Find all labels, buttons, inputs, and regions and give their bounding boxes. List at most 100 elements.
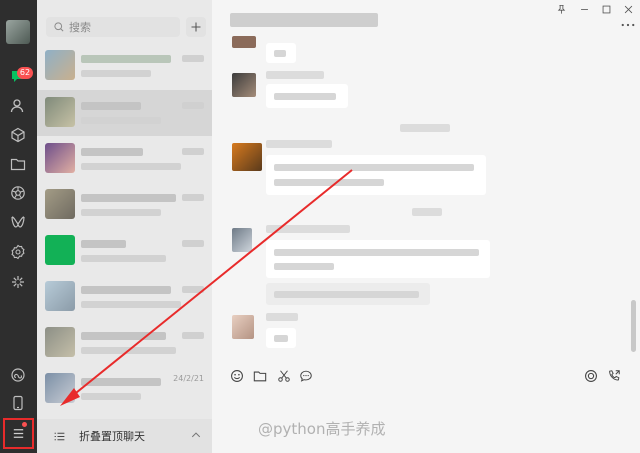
wechat-window: 62 搜索 24/2/21 折叠置顶聊天 @python高手养成 <box>0 0 640 453</box>
item-title <box>81 332 166 340</box>
moments-icon[interactable] <box>8 183 28 203</box>
sender-name <box>266 313 298 321</box>
input-toolbar <box>212 362 640 390</box>
scissors-icon[interactable] <box>276 368 292 384</box>
pin-icon[interactable] <box>554 3 568 15</box>
sender-name <box>266 71 324 79</box>
list-icon <box>51 428 67 444</box>
contact-avatar <box>45 235 75 265</box>
item-title <box>81 55 171 63</box>
chat-list-item[interactable] <box>37 43 212 89</box>
maximize-icon[interactable] <box>599 3 613 15</box>
video-call-icon[interactable] <box>606 368 622 384</box>
message-bubble <box>266 43 296 63</box>
message-bubble <box>266 84 348 108</box>
time-separator <box>412 208 442 216</box>
folder-icon[interactable] <box>252 368 268 384</box>
unread-badge: 62 <box>17 67 33 79</box>
item-time <box>182 194 204 201</box>
menu-button[interactable] <box>3 418 34 449</box>
item-preview <box>81 393 141 400</box>
item-title <box>81 240 126 248</box>
contact-avatar <box>45 189 75 219</box>
item-preview <box>81 255 166 262</box>
item-time <box>182 332 204 339</box>
item-title <box>81 378 161 386</box>
quoted-reply <box>266 283 430 305</box>
chat-list-item[interactable] <box>37 182 212 228</box>
time-separator <box>400 124 450 132</box>
contact-avatar <box>45 281 75 311</box>
chat-list-item-selected[interactable] <box>37 90 212 136</box>
add-chat-button[interactable] <box>186 17 206 37</box>
more-options-icon[interactable] <box>620 20 636 30</box>
contact-avatar <box>45 97 75 127</box>
chat-title <box>230 13 378 27</box>
message-scrollbar[interactable] <box>631 300 636 352</box>
menu-notification-dot <box>22 422 27 427</box>
chat-list-item[interactable] <box>37 228 212 274</box>
chat-bubble-icon[interactable] <box>298 368 314 384</box>
mini-program-panel-icon[interactable] <box>8 365 28 385</box>
chat-list-panel: 搜索 24/2/21 折叠置顶聊天 <box>37 0 212 453</box>
contact-avatar <box>45 373 75 403</box>
emoji-icon[interactable] <box>229 368 245 384</box>
item-title <box>81 194 176 202</box>
search-placeholder: 搜索 <box>69 21 91 34</box>
item-preview <box>81 209 161 216</box>
channels-icon[interactable] <box>8 212 28 232</box>
item-title <box>81 286 171 294</box>
item-time: 24/2/21 <box>173 374 204 383</box>
contact-avatar <box>45 50 75 80</box>
sender-name <box>266 140 332 148</box>
contacts-icon[interactable] <box>8 96 28 116</box>
favorites-icon[interactable] <box>8 125 28 145</box>
chat-list-item[interactable]: 24/2/21 <box>37 366 212 412</box>
contact-avatar <box>45 327 75 357</box>
chat-list-item[interactable] <box>37 136 212 182</box>
contact-avatar <box>45 143 75 173</box>
sender-avatar <box>232 143 262 171</box>
voice-call-icon[interactable] <box>583 368 599 384</box>
message-bubble <box>266 155 486 195</box>
minimize-icon[interactable] <box>577 3 591 15</box>
item-preview <box>81 347 176 354</box>
search-discover-icon[interactable] <box>8 272 28 292</box>
user-avatar[interactable] <box>6 20 30 44</box>
chat-panel <box>212 0 640 453</box>
sender-avatar <box>232 73 256 97</box>
sender-avatar <box>232 228 252 252</box>
left-navigation-rail: 62 <box>0 0 37 453</box>
fold-pinned-chats-bar[interactable]: 折叠置顶聊天 <box>37 419 212 453</box>
chat-list-item[interactable] <box>37 274 212 320</box>
sender-avatar <box>232 36 256 48</box>
message-area <box>212 36 640 360</box>
search-box[interactable]: 搜索 <box>46 17 180 37</box>
plus-icon <box>191 22 201 32</box>
watermark-text: @python高手养成 <box>258 420 386 438</box>
item-preview <box>81 163 181 170</box>
message-bubble <box>266 328 296 348</box>
phone-icon[interactable] <box>8 393 28 413</box>
item-title <box>81 148 143 156</box>
fold-pinned-label: 折叠置顶聊天 <box>79 430 145 443</box>
sender-name <box>266 225 350 233</box>
item-preview <box>81 117 161 124</box>
files-icon[interactable] <box>8 154 28 174</box>
mini-programs-icon[interactable] <box>8 242 28 262</box>
item-time <box>182 240 204 247</box>
message-bubble <box>266 240 490 278</box>
item-preview <box>81 70 151 77</box>
item-time <box>182 286 204 293</box>
close-icon[interactable] <box>621 3 635 15</box>
item-time <box>182 55 204 62</box>
item-time <box>182 102 204 109</box>
menu-icon <box>13 429 24 438</box>
sender-avatar <box>232 315 254 339</box>
chevron-up-icon[interactable] <box>189 428 203 442</box>
chat-list-item[interactable] <box>37 320 212 366</box>
search-icon <box>51 19 67 35</box>
item-preview <box>81 301 181 308</box>
item-time <box>182 148 204 155</box>
item-title <box>81 102 141 110</box>
